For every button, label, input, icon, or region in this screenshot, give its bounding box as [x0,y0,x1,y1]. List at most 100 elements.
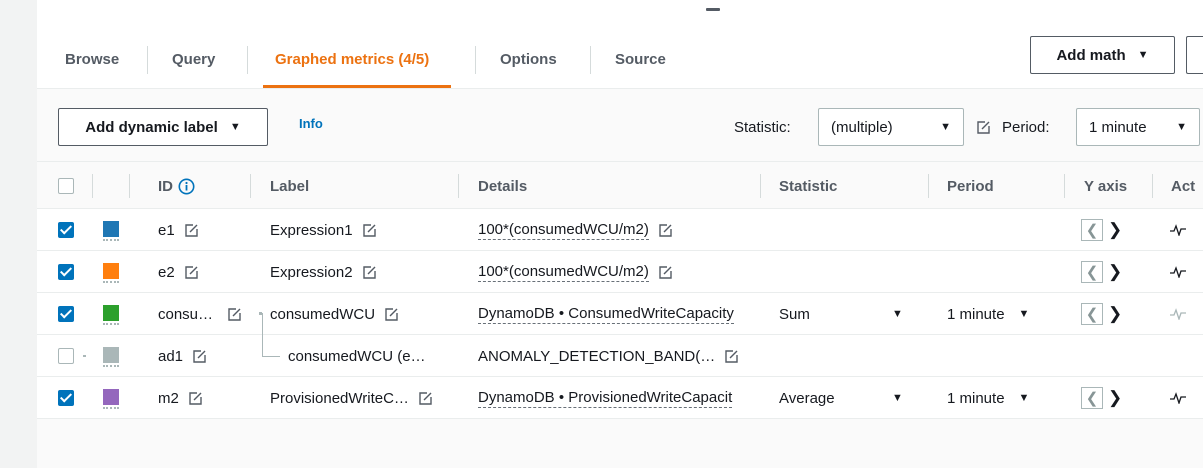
color-swatch[interactable] [103,305,119,321]
tree-connector-line [262,335,263,356]
edit-icon[interactable] [188,391,203,406]
table-row: e1 Expression1 100*(consumedWCU/m2) ❮ ❯ [37,209,1203,251]
row-period-select[interactable]: 1 minute ▼ [947,377,1029,419]
color-swatch[interactable] [103,389,119,405]
column-divider [92,174,93,198]
color-swatch[interactable] [103,347,119,363]
caret-down-icon: ▼ [940,121,951,133]
overflow-button[interactable] [1186,36,1203,74]
edit-icon[interactable] [724,349,739,364]
column-divider [1064,174,1065,198]
tab-query[interactable]: Query [172,30,215,88]
column-header-actions: Act [1171,177,1196,195]
y-axis-left-icon[interactable]: ❮ [1081,261,1103,283]
pulse-graph-icon[interactable] [1170,392,1186,404]
row-checkbox[interactable] [58,348,74,364]
caret-down-icon: ▼ [1176,121,1187,133]
row-checkbox[interactable] [58,222,74,238]
statistic-select[interactable]: (multiple) ▼ [818,108,964,146]
table-header: ID Label Details Statistic Period Y axis… [37,161,1203,209]
y-axis-toggle[interactable]: ❮ ❯ [1081,387,1129,409]
add-math-button[interactable]: Add math ▼ [1030,36,1175,74]
row-details[interactable]: 100*(consumedWCU/m2) [478,263,649,282]
pulse-graph-icon[interactable] [1170,266,1186,278]
y-axis-right-icon[interactable]: ❯ [1108,261,1122,283]
row-checkbox[interactable] [58,390,74,406]
edit-icon[interactable] [362,223,377,238]
edit-icon[interactable] [658,223,673,238]
column-divider [458,174,459,198]
row-period-select[interactable]: 1 minute ▼ [947,293,1029,335]
row-label: consumedWCU [270,305,376,323]
y-axis-right-icon[interactable]: ❯ [1108,219,1122,241]
caret-down-icon[interactable]: ▼ [892,293,903,335]
y-axis-toggle[interactable]: ❮ ❯ [1081,261,1129,283]
edit-icon[interactable] [976,118,991,135]
caret-down-icon: ▼ [1018,392,1030,404]
column-divider [928,174,929,198]
tab-options[interactable]: Options [500,30,557,88]
edit-icon[interactable] [184,223,199,238]
select-all-checkbox[interactable] [58,178,74,194]
info-circle-icon[interactable] [178,178,195,195]
row-id: ad1 [158,347,184,365]
edit-icon[interactable] [192,349,207,364]
edit-icon[interactable] [658,265,673,280]
row-details[interactable]: 100*(consumedWCU/m2) [478,221,649,240]
row-id-cell: e1 [158,209,199,251]
pulse-graph-icon[interactable] [1170,224,1186,236]
table-row: m2 ProvisionedWriteC… DynamoDB • Provisi… [37,377,1203,419]
row-id: e2 [158,263,175,281]
caret-down-icon: ▼ [1018,308,1030,320]
edit-icon[interactable] [362,265,377,280]
row-statistic-select[interactable]: Sum [779,293,810,335]
period-select[interactable]: 1 minute ▼ [1076,108,1200,146]
row-details[interactable]: DynamoDB • ProvisionedWriteCapacit [478,389,733,408]
row-id: m2 [158,389,179,407]
edit-icon[interactable] [184,265,199,280]
column-divider [250,174,251,198]
add-dynamic-label-button[interactable]: Add dynamic label ▼ [58,108,268,146]
period-select-value: 1 minute [1089,118,1147,136]
pulse-graph-icon[interactable] [1170,308,1186,320]
edit-icon[interactable] [384,307,399,322]
edit-icon[interactable] [227,307,242,322]
row-checkbox[interactable] [58,264,74,280]
y-axis-right-icon[interactable]: ❯ [1108,387,1122,409]
row-statistic: Average [779,389,835,407]
panel-resize-handle[interactable] [706,8,720,11]
y-axis-toggle[interactable]: ❮ ❯ [1081,219,1129,241]
edit-icon[interactable] [418,391,433,406]
table-row: consu… consumedWCU DynamoDB • ConsumedWr… [37,293,1203,355]
row-label: Expression2 [270,263,353,281]
y-axis-left-icon[interactable]: ❮ [1081,387,1103,409]
row-details[interactable]: DynamoDB • ConsumedWriteCapacity [478,305,734,324]
tab-graphed-metrics[interactable]: Graphed metrics (4/5) [262,30,452,88]
y-axis-right-icon[interactable]: ❯ [1108,303,1122,325]
statistic-select-value: (multiple) [831,118,893,136]
tab-source[interactable]: Source [615,30,666,88]
tree-connector-dot [83,355,86,357]
row-period: 1 minute [947,305,1005,323]
row-statistic-select[interactable]: Average [779,377,835,419]
tab-bar: Browse Query Graphed metrics (4/5) Optio… [37,30,1203,88]
color-swatch[interactable] [103,221,119,237]
table-row: e2 Expression2 100*(consumedWCU/m2) ❮ ❯ [37,251,1203,293]
y-axis-toggle[interactable]: ❮ ❯ [1081,303,1129,325]
swatch-dots [103,365,119,367]
swatch-dots [103,281,119,283]
caret-down-icon[interactable]: ▼ [892,377,903,419]
y-axis-left-icon[interactable]: ❮ [1081,219,1103,241]
info-link[interactable]: Info [299,116,323,131]
tree-connector-line [262,356,280,357]
tab-divider [247,46,248,74]
row-details-cell: DynamoDB • ProvisionedWriteCapacit [478,377,772,419]
add-dynamic-label-label: Add dynamic label [85,118,218,136]
color-swatch[interactable] [103,263,119,279]
y-axis-left-icon[interactable]: ❮ [1081,303,1103,325]
column-header-id: ID [158,162,195,210]
row-details-cell: ANOMALY_DETECTION_BAND(… [478,335,739,377]
row-checkbox[interactable] [58,306,74,322]
row-actions-cell [1170,251,1186,293]
tab-browse[interactable]: Browse [65,30,119,88]
